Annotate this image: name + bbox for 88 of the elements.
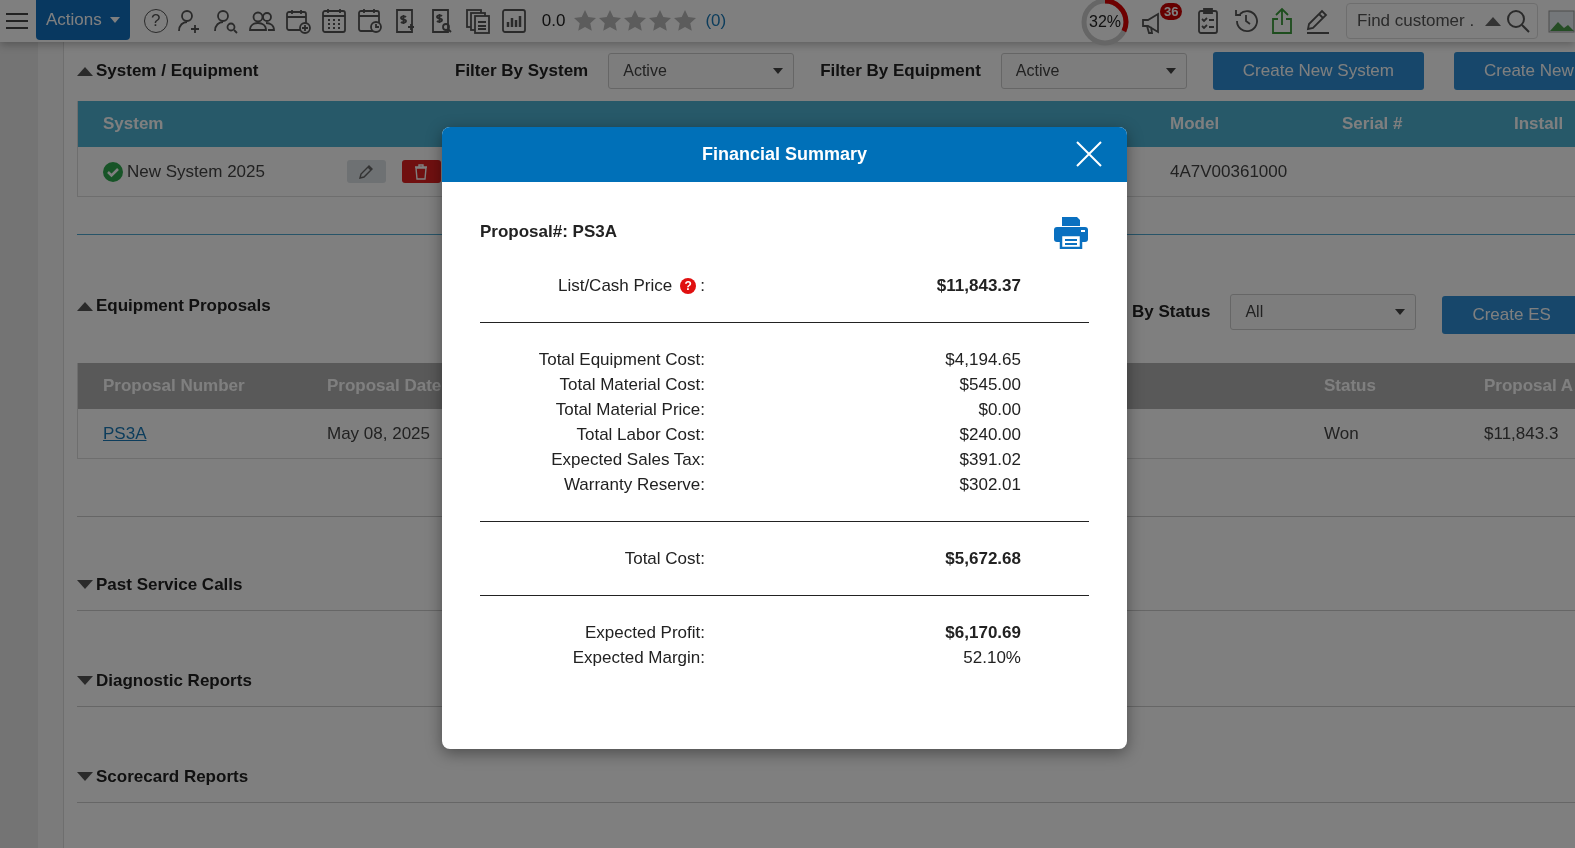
menu-icon[interactable] xyxy=(6,12,28,30)
summary-value: $0.00 xyxy=(977,399,1022,420)
collapse-arrow-icon[interactable] xyxy=(77,301,93,311)
star-icon xyxy=(598,9,623,33)
label-colon: : xyxy=(700,275,705,296)
close-icon xyxy=(1075,140,1103,168)
summary-label: Expected Margin: xyxy=(572,647,705,668)
summary-value: 52.10% xyxy=(962,647,1022,668)
expand-arrow-icon[interactable] xyxy=(77,580,93,590)
image-icon[interactable] xyxy=(1548,8,1575,34)
dialog-title: Financial Summary xyxy=(701,144,868,165)
summary-label: Total Labor Cost: xyxy=(576,424,705,445)
share-icon[interactable] xyxy=(1270,7,1294,35)
table-cell: 4A7V00361000 xyxy=(1170,161,1288,182)
summary-value: $11,843.37 xyxy=(935,275,1022,296)
history-icon[interactable] xyxy=(1232,7,1260,35)
summary-label: Total Material Cost: xyxy=(559,374,705,395)
column-header[interactable]: Model xyxy=(1170,114,1342,134)
section-title[interactable]: Equipment Proposals xyxy=(96,296,271,316)
filter-label: By Status xyxy=(1132,302,1211,322)
search-box[interactable]: Find customer . xyxy=(1346,3,1538,39)
review-count[interactable]: (0) xyxy=(705,11,727,31)
table-cell: New System 2025 xyxy=(127,161,265,182)
section-title[interactable]: Scorecard Reports xyxy=(96,767,249,787)
search-icon[interactable] xyxy=(1505,8,1531,34)
proposal-link[interactable]: PS3A xyxy=(103,423,147,444)
summary-value: $5,672.68 xyxy=(944,548,1022,569)
summary-label: Total Cost: xyxy=(624,548,705,569)
summary-value: $302.01 xyxy=(958,474,1022,495)
section-title[interactable]: Past Service Calls xyxy=(96,575,243,595)
calendar-clock-icon[interactable] xyxy=(355,7,384,35)
expand-arrow-icon[interactable] xyxy=(77,676,93,686)
summary-label: List/Cash Price xyxy=(557,275,673,296)
collapse-arrow-icon[interactable] xyxy=(77,66,93,76)
table-cell: $11,843.3 xyxy=(1484,423,1559,444)
star-icon xyxy=(648,9,673,33)
proposal-number: Proposal#: PS3A xyxy=(480,222,617,242)
summary-value: $391.02 xyxy=(958,449,1022,470)
edit-button[interactable] xyxy=(346,160,386,183)
column-header[interactable]: Serial # xyxy=(1342,114,1514,134)
help-icon[interactable]: ? xyxy=(680,277,697,294)
caret-icon xyxy=(109,17,120,23)
summary-label: Total Material Price: xyxy=(555,399,705,420)
create-button[interactable]: Create New xyxy=(1454,52,1575,90)
trash-icon xyxy=(414,163,429,180)
caret-icon xyxy=(1395,309,1406,315)
filter-dropdown[interactable]: Active xyxy=(608,53,795,89)
print-icon[interactable] xyxy=(1053,215,1089,249)
actions-button[interactable]: Actions xyxy=(36,0,130,40)
caret-up-icon xyxy=(1485,16,1501,26)
pencil-icon[interactable] xyxy=(1304,7,1332,35)
documents-icon[interactable] xyxy=(463,7,492,35)
expand-arrow-icon[interactable] xyxy=(77,772,93,782)
create-button[interactable]: Create ES xyxy=(1442,296,1575,334)
caret-icon xyxy=(773,68,784,74)
section-title[interactable]: Diagnostic Reports xyxy=(96,671,252,691)
summary-label: Total Equipment Cost: xyxy=(538,349,705,370)
filter-label: Filter By System xyxy=(455,61,589,81)
summary-value: $4,194.65 xyxy=(944,349,1022,370)
star-icon xyxy=(673,9,698,33)
summary-label: Expected Profit: xyxy=(585,622,705,643)
calendar-icon[interactable] xyxy=(319,7,348,35)
rating-value: 0.0 xyxy=(541,11,566,31)
close-button[interactable] xyxy=(1075,140,1103,168)
table-cell: Won xyxy=(1324,423,1359,444)
star-icon xyxy=(623,9,648,33)
create-button[interactable]: Create New System xyxy=(1212,52,1424,90)
filter-dropdown[interactable]: Active xyxy=(1000,53,1187,89)
table-cell: May 08, 2025 xyxy=(327,423,430,444)
star-icon xyxy=(573,9,598,33)
notification-badge: 36 xyxy=(1160,3,1183,20)
customer-search-field[interactable]: Find customer . xyxy=(1357,11,1481,31)
column-header[interactable]: Install xyxy=(1514,114,1575,134)
summary-value: $6,170.69 xyxy=(944,622,1022,643)
summary-label: Expected Sales Tax: xyxy=(551,449,705,470)
calendar-add-icon[interactable] xyxy=(283,7,312,35)
summary-value: $240.00 xyxy=(958,424,1022,445)
progress-reading: 32% xyxy=(1089,13,1121,31)
caret-icon xyxy=(1165,68,1176,74)
summary-value: $545.00 xyxy=(958,374,1022,395)
user-search-icon[interactable] xyxy=(211,7,240,35)
pencil-icon xyxy=(358,163,375,180)
delete-button[interactable] xyxy=(401,160,441,183)
filter-dropdown[interactable]: All xyxy=(1230,294,1417,330)
filter-label: Filter By Equipment xyxy=(820,61,981,81)
summary-label: Warranty Reserve: xyxy=(563,474,705,495)
section-title[interactable]: System / Equipment xyxy=(96,61,259,81)
bar-chart-icon[interactable] xyxy=(499,7,528,35)
